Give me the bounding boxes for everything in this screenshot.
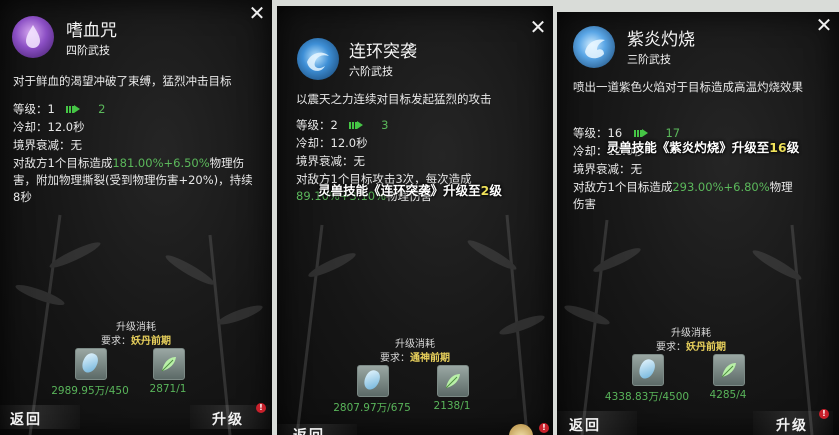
back-button[interactable]: 返回 bbox=[569, 415, 601, 435]
item-count: 2138/1 bbox=[433, 400, 471, 412]
cost-title: 升级消耗 bbox=[671, 328, 711, 339]
next-level: 2 bbox=[98, 102, 106, 116]
next-level: 3 bbox=[381, 118, 389, 132]
cost-title: 升级消耗 bbox=[395, 339, 435, 350]
upgrade-button[interactable]: 升级 bbox=[212, 409, 244, 429]
spirit-gem-icon[interactable] bbox=[632, 354, 664, 386]
item-count: 2871/1 bbox=[149, 383, 187, 395]
cost-requirement: 要求：妖丹前期 bbox=[101, 336, 171, 347]
notification-badge: ! bbox=[256, 403, 266, 413]
skill-panel-2: ✕ 连环突袭 六阶武技 以震天之力连续对目标发起猛烈的攻击 等级：2 3 冷却：… bbox=[277, 6, 553, 435]
level-row: 等级：1 2 bbox=[13, 102, 106, 116]
cooldown: 冷却：12.0秒 bbox=[13, 120, 85, 134]
effect-text: 对敌方1个目标造成293.00%+6.80%物理伤害 bbox=[573, 180, 793, 211]
cost-requirement: 要求：妖丹前期 bbox=[656, 342, 726, 353]
spirit-gem-icon[interactable] bbox=[357, 365, 389, 397]
cost-requirement: 要求：通神前期 bbox=[380, 353, 450, 364]
flame-orb-icon bbox=[573, 26, 615, 68]
realm-decay: 境界衰减：无 bbox=[296, 154, 365, 168]
realm-decay: 境界衰减：无 bbox=[573, 162, 642, 176]
effect-text: 对敌方1个目标造成181.00%+6.50%物理伤害，附加物理撕裂(受到物理伤害… bbox=[13, 156, 253, 204]
level-row: 等级：2 3 bbox=[296, 118, 389, 132]
cost-title: 升级消耗 bbox=[116, 322, 156, 333]
blood-drop-icon bbox=[12, 16, 54, 58]
skill-panel-3: ✕ 紫炎灼烧 三阶武技 喷出一道紫色火焰对于目标造成高温灼烧效果 等级：16 1… bbox=[557, 12, 839, 435]
herb-leaf-icon[interactable] bbox=[153, 348, 185, 380]
arrow-right-icon bbox=[349, 121, 364, 130]
item-count: 2989.95万/450 bbox=[51, 385, 129, 397]
close-icon[interactable]: ✕ bbox=[815, 15, 833, 35]
close-icon[interactable]: ✕ bbox=[529, 17, 547, 37]
item-count: 4338.83万/4500 bbox=[604, 391, 690, 403]
spirit-gem-icon[interactable] bbox=[75, 348, 107, 380]
skill-description: 对于鲜血的渴望冲破了束缚，猛烈冲击目标 bbox=[13, 74, 232, 88]
herb-leaf-icon[interactable] bbox=[713, 354, 745, 386]
back-button[interactable]: 返回 bbox=[10, 409, 42, 429]
notification-badge: ! bbox=[539, 423, 549, 433]
back-button[interactable]: 返回 bbox=[293, 425, 325, 435]
skill-name: 连环突袭 bbox=[349, 42, 417, 62]
arrow-right-icon bbox=[66, 105, 81, 114]
skill-description: 喷出一道紫色火焰对于目标造成高温灼烧效果 bbox=[573, 80, 803, 94]
herb-leaf-icon[interactable] bbox=[437, 365, 469, 397]
upgrade-button[interactable]: 升级 bbox=[776, 415, 808, 435]
skill-panel-1: ✕ 嗜血咒 四阶武技 对于鲜血的渴望冲破了束缚，猛烈冲击目标 等级：1 2 冷却… bbox=[0, 0, 272, 435]
skill-name: 紫炎灼烧 bbox=[627, 30, 695, 50]
skill-rank: 四阶武技 bbox=[66, 44, 110, 57]
skill-description: 以震天之力连续对目标发起猛烈的攻击 bbox=[296, 92, 492, 106]
bamboo-background bbox=[15, 214, 263, 435]
upgrade-notification: 灵兽技能《紫炎灼烧》升级至16级 bbox=[606, 140, 800, 155]
upgrade-notification: 灵兽技能《连环突袭》升级至2级 bbox=[318, 183, 502, 198]
cooldown: 冷却：12.0秒 bbox=[296, 136, 368, 150]
coin-icon[interactable] bbox=[509, 424, 533, 435]
skill-name: 嗜血咒 bbox=[66, 21, 117, 41]
skill-rank: 三阶武技 bbox=[627, 53, 671, 66]
item-count: 4285/4 bbox=[709, 389, 747, 401]
water-orb-icon bbox=[297, 38, 339, 80]
close-icon[interactable]: ✕ bbox=[248, 3, 266, 23]
notification-badge: ! bbox=[819, 409, 829, 419]
skill-rank: 六阶武技 bbox=[349, 65, 393, 78]
item-count: 2807.97万/675 bbox=[333, 402, 411, 414]
bamboo-background bbox=[295, 214, 545, 435]
realm-decay: 境界衰减：无 bbox=[13, 138, 82, 152]
